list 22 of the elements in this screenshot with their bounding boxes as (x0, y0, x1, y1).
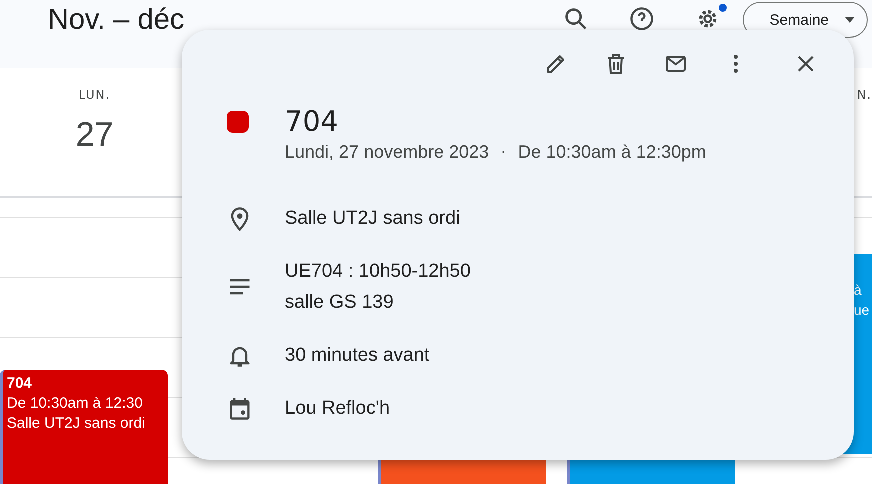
weekday-label: LUN. (78, 88, 111, 102)
detail-text: 30 minutes avant (285, 344, 430, 368)
day-number[interactable]: 27 (76, 116, 114, 155)
event-text: 704 (7, 374, 34, 394)
detail-text: Salle UT2J sans ordi (285, 207, 460, 231)
event-date: Lundi, 27 novembre 2023 (285, 142, 490, 163)
event-text: ue (854, 301, 871, 320)
help-icon[interactable] (628, 6, 655, 32)
search-icon[interactable] (562, 6, 589, 32)
weekday-label: N. (857, 88, 872, 102)
event-text: De 10:30am à 12:30 (7, 394, 144, 414)
detail-text: salle GS 139 (285, 291, 395, 315)
date-range-title: Nov. – déc (48, 3, 184, 38)
event-text: à (854, 281, 863, 300)
event-title: 704 (285, 104, 338, 140)
detail-text: UE704 : 10h50-12h50 (285, 260, 471, 284)
event-card[interactable]: 704 De 10:30am à 12:30 Salle UT2J sans ordi (0, 370, 168, 484)
caret-icon (845, 17, 855, 23)
event-time: De 10:30am à 12:30pm (518, 142, 706, 163)
separator-dot: · (501, 143, 506, 162)
event-text: Salle UT2J sans ordi (7, 414, 146, 434)
detail-text: Lou Refloc'h (285, 397, 390, 421)
